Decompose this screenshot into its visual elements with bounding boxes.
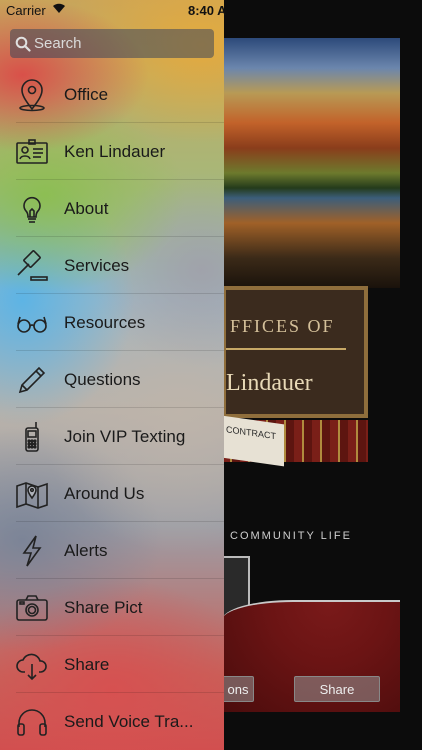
location-pin-icon bbox=[14, 77, 50, 113]
menu-item-share[interactable]: Share bbox=[0, 636, 224, 693]
menu-item-label: About bbox=[64, 198, 109, 218]
menu-item-alerts[interactable]: Alerts bbox=[0, 522, 224, 579]
menu-item-label: Around Us bbox=[64, 483, 145, 503]
pencil-icon bbox=[14, 362, 50, 398]
search-bar[interactable] bbox=[10, 29, 214, 58]
menu-item-label: Office bbox=[64, 84, 109, 104]
carrier-label: Carrier bbox=[6, 3, 46, 18]
contact-card-icon bbox=[14, 134, 50, 170]
menu-item-label: Share Pict bbox=[64, 597, 143, 617]
menu-item-label: Ken Lindauer bbox=[64, 141, 166, 161]
menu-item-services[interactable]: Services bbox=[0, 237, 224, 294]
headphones-icon bbox=[14, 704, 50, 740]
menu-item-label: Share bbox=[64, 654, 110, 674]
menu-item-about[interactable]: About bbox=[0, 180, 224, 237]
menu-item-share-pict[interactable]: Share Pict bbox=[0, 579, 224, 636]
menu-item-questions[interactable]: Questions bbox=[0, 351, 224, 408]
menu-item-resources[interactable]: Resources bbox=[0, 294, 224, 351]
menu-item-label: Send Voice Tra... bbox=[64, 711, 194, 731]
menu-item-label: Services bbox=[64, 255, 130, 275]
community-life-text: COMMUNITY LIFE bbox=[230, 530, 352, 542]
lightning-icon bbox=[14, 533, 50, 569]
sign-line-1: FFICES OF bbox=[230, 316, 335, 336]
menu-item-ken-lindauer[interactable]: Ken Lindauer bbox=[0, 123, 224, 180]
menu-item-join-vip-texting[interactable]: Join VIP Texting bbox=[0, 408, 224, 465]
map-icon bbox=[14, 476, 50, 512]
search-input[interactable] bbox=[34, 35, 204, 52]
menu-item-label: Questions bbox=[64, 369, 141, 389]
menu-item-label: Join VIP Texting bbox=[64, 426, 186, 446]
menu-item-send-voice-track[interactable]: Send Voice Tra... bbox=[0, 693, 224, 750]
sign-line-2: Lindauer bbox=[226, 370, 313, 396]
menu-item-label: Alerts bbox=[64, 540, 108, 560]
law-office-sign: FFICES OF Lindauer bbox=[222, 286, 368, 418]
menu-item-office[interactable]: Office bbox=[0, 66, 224, 123]
contract-paper: CONTRACT bbox=[222, 415, 284, 467]
status-time: 8:40 A bbox=[188, 3, 227, 18]
cloud-download-icon bbox=[14, 647, 50, 683]
gavel-icon bbox=[14, 248, 50, 284]
menu-item-around-us[interactable]: Around Us bbox=[0, 465, 224, 522]
lightbulb-icon bbox=[14, 191, 50, 227]
menu-item-label: Resources bbox=[64, 312, 146, 332]
search-icon bbox=[15, 36, 31, 52]
bg-options-button[interactable]: ons bbox=[222, 676, 254, 702]
status-bar: Carrier 8:40 A bbox=[0, 0, 422, 20]
camera-icon bbox=[14, 590, 50, 626]
bg-share-button[interactable]: Share bbox=[294, 676, 380, 702]
sign-rule bbox=[226, 348, 346, 350]
drawer-menu: Office Ken Lindauer About Services Resou… bbox=[0, 66, 224, 750]
glasses-icon bbox=[14, 305, 50, 341]
cellphone-icon bbox=[14, 419, 50, 455]
autumn-lake-photo bbox=[222, 38, 400, 288]
side-drawer: Office Ken Lindauer About Services Resou… bbox=[0, 0, 224, 750]
wifi-icon bbox=[52, 2, 66, 17]
